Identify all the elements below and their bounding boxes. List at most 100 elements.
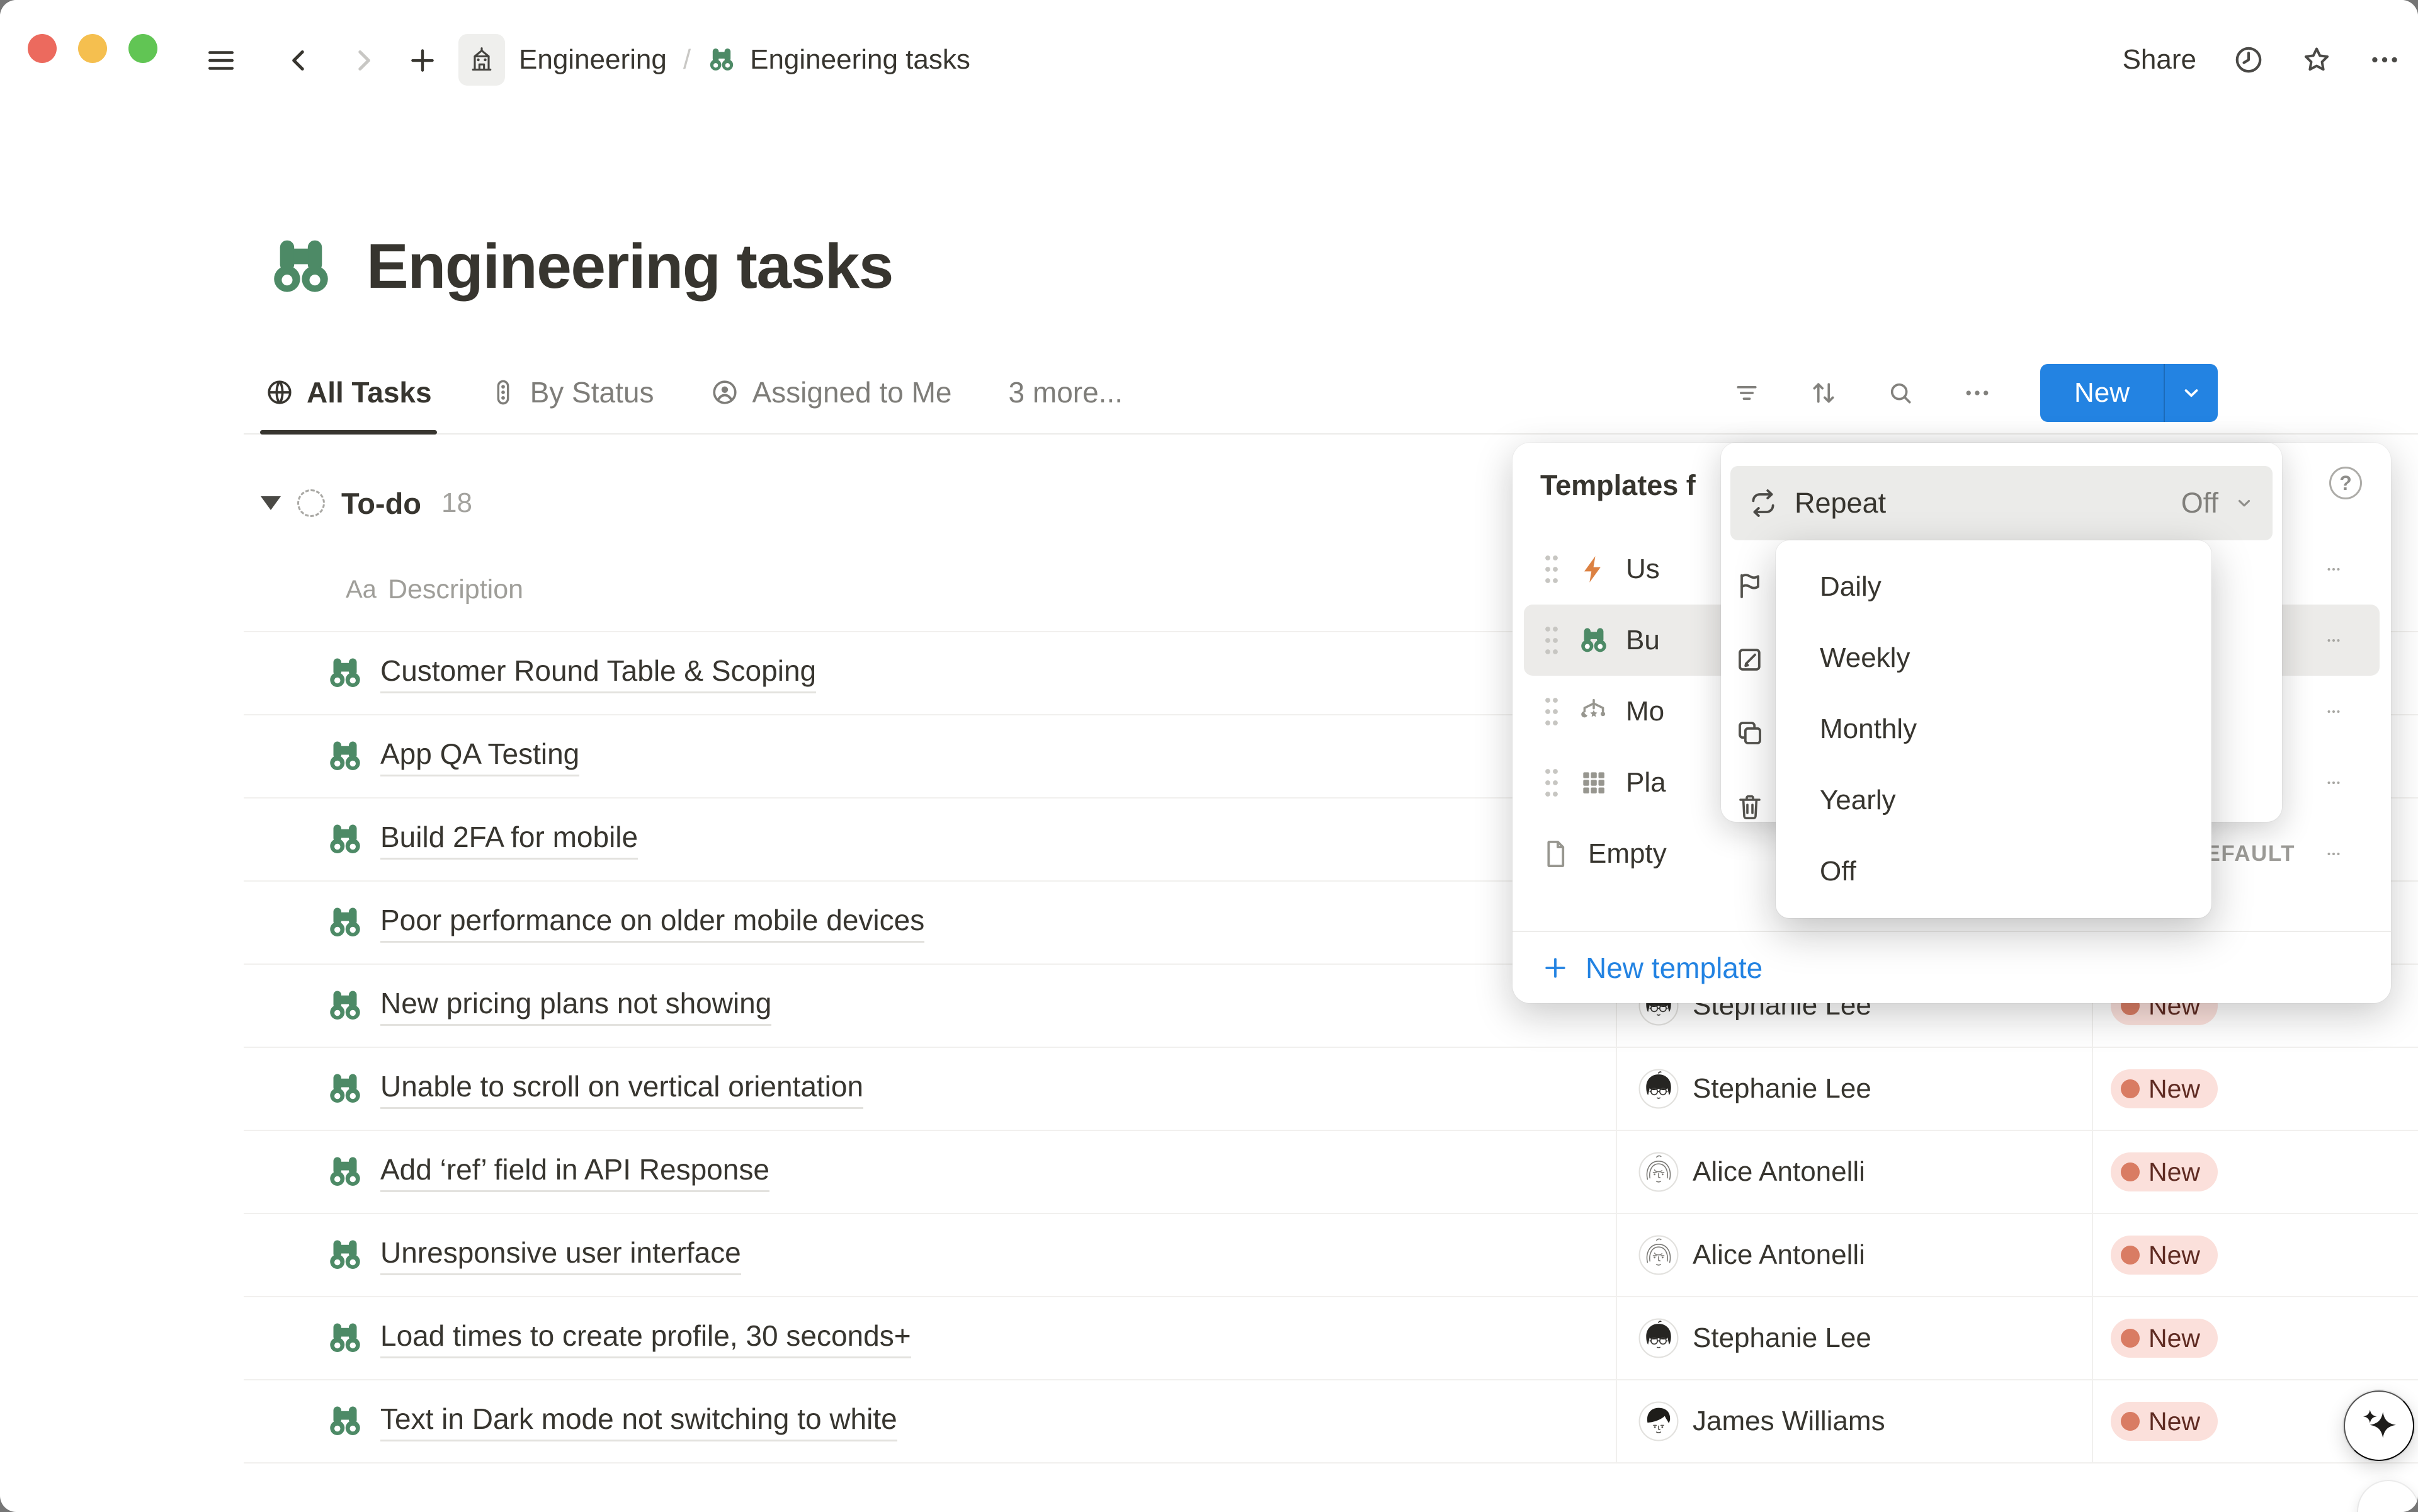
assignee-cell[interactable]: Stephanie Lee	[1616, 1297, 2092, 1379]
task-title[interactable]: New pricing plans not showing	[380, 986, 771, 1026]
topbar-action-button[interactable]	[2369, 44, 2400, 76]
ai-sparkle-button[interactable]	[2344, 1390, 2414, 1461]
assignee-cell[interactable]: Alice Antonelli	[1616, 1131, 2092, 1213]
task-title[interactable]: Poor performance on older mobile devices	[380, 903, 924, 943]
template-more-button[interactable]	[2317, 562, 2351, 577]
context-menu-item[interactable]	[1735, 622, 1765, 696]
context-menu-item[interactable]	[1735, 770, 1765, 843]
group-count: 18	[441, 487, 472, 519]
status-cell[interactable]: New	[2092, 1131, 2418, 1213]
help-fab-partial[interactable]	[2358, 1481, 2418, 1512]
drag-handle-icon[interactable]	[1540, 765, 1563, 800]
template-label: Pla	[1626, 767, 1666, 799]
task-title-cell[interactable]: Unresponsive user interface	[244, 1214, 1616, 1296]
toolbar-icon-button[interactable]	[1963, 379, 1991, 407]
task-title[interactable]: Build 2FA for mobile	[380, 820, 638, 860]
view-tab[interactable]: By Status	[484, 351, 659, 433]
task-title-cell[interactable]: Build 2FA for mobile	[244, 799, 1616, 880]
task-title[interactable]: App QA Testing	[380, 737, 579, 776]
status-dot	[2121, 1412, 2140, 1431]
table-row[interactable]: Add ‘ref’ field in API Response Alice An…	[244, 1131, 2418, 1214]
template-more-button[interactable]	[2317, 633, 2351, 648]
task-title-cell[interactable]: App QA Testing	[244, 715, 1616, 797]
repeat-option[interactable]: Daily	[1776, 551, 2211, 622]
repeat-option[interactable]: Weekly	[1776, 622, 2211, 693]
drag-handle-icon[interactable]	[1540, 552, 1563, 587]
nav-back-button[interactable]	[283, 45, 315, 76]
context-menu-item[interactable]	[1735, 696, 1765, 770]
task-title-cell[interactable]: New pricing plans not showing	[244, 965, 1616, 1047]
task-title-cell[interactable]: Add ‘ref’ field in API Response	[244, 1131, 1616, 1213]
repeat-menu-item[interactable]: Repeat Off	[1730, 466, 2273, 540]
repeat-option[interactable]: Yearly	[1776, 765, 2211, 836]
avatar	[1638, 1401, 1679, 1441]
toolbar-icon-button[interactable]	[1887, 379, 1914, 407]
context-menu-item[interactable]	[1735, 549, 1765, 622]
task-title-cell[interactable]: Unable to scroll on vertical orientation	[244, 1048, 1616, 1130]
breadcrumb-parent-chip[interactable]	[458, 34, 505, 86]
assignee-cell[interactable]: Alice Antonelli	[1616, 1214, 2092, 1296]
table-row[interactable]: Unable to scroll on vertical orientation…	[244, 1048, 2418, 1131]
topbar-action-button[interactable]	[2233, 44, 2264, 76]
task-title[interactable]: Customer Round Table & Scoping	[380, 654, 816, 693]
breadcrumb-parent[interactable]: Engineering	[519, 44, 667, 76]
globe-icon	[265, 378, 294, 407]
task-title-cell[interactable]: Load times to create profile, 30 seconds…	[244, 1297, 1616, 1379]
page-title: Engineering tasks	[366, 230, 893, 303]
task-title[interactable]: Unable to scroll on vertical orientation	[380, 1069, 863, 1109]
template-label: Bu	[1626, 625, 1660, 656]
status-dot	[2121, 1246, 2140, 1265]
avatar	[1638, 1235, 1679, 1275]
new-page-button[interactable]	[407, 45, 438, 76]
plus-icon	[407, 45, 438, 76]
status-cell[interactable]: New	[2092, 1048, 2418, 1130]
help-icon[interactable]: ?	[2329, 467, 2362, 499]
table-row[interactable]: Load times to create profile, 30 seconds…	[244, 1297, 2418, 1380]
view-tab[interactable]: All Tasks	[260, 351, 437, 433]
new-button-dropdown[interactable]	[2165, 382, 2218, 404]
template-more-button[interactable]	[2317, 846, 2351, 861]
task-title[interactable]: Add ‘ref’ field in API Response	[380, 1152, 769, 1192]
assignee-cell[interactable]: James Williams	[1616, 1380, 2092, 1462]
template-more-button[interactable]	[2317, 775, 2351, 790]
new-button[interactable]: New	[2040, 364, 2218, 422]
toolbar-icon-button[interactable]	[1733, 379, 1761, 407]
avatar	[1638, 1152, 1679, 1192]
drag-handle-icon[interactable]	[1540, 694, 1563, 729]
table-row[interactable]: Text in Dark mode not switching to white…	[244, 1380, 2418, 1464]
task-title[interactable]: Load times to create profile, 30 seconds…	[380, 1319, 911, 1358]
new-template-button[interactable]: New template	[1513, 932, 2391, 1003]
binoculars-icon	[1578, 625, 1609, 656]
binoculars-icon	[326, 987, 364, 1025]
view-tab[interactable]: Assigned to Me	[705, 351, 956, 433]
share-button[interactable]: Share	[2123, 44, 2196, 76]
group-name[interactable]: To-do	[341, 486, 421, 521]
toolbar-icon-button[interactable]	[1810, 379, 1837, 407]
task-title[interactable]: Text in Dark mode not switching to white	[380, 1402, 897, 1441]
collapse-triangle-icon[interactable]	[261, 496, 281, 510]
drag-handle-icon[interactable]	[1540, 623, 1563, 658]
status-cell[interactable]: New	[2092, 1297, 2418, 1379]
column-header[interactable]: Aa Description	[346, 570, 523, 609]
sidebar-toggle-button[interactable]	[205, 45, 237, 76]
view-tab[interactable]: 3 more...	[1004, 351, 1128, 433]
repeat-option[interactable]: Monthly	[1776, 693, 2211, 765]
status-cell[interactable]: New	[2092, 1214, 2418, 1296]
table-row[interactable]: Unresponsive user interface Alice Antone…	[244, 1214, 2418, 1297]
breadcrumb-current[interactable]: Engineering tasks	[750, 44, 970, 76]
notion-window: Engineering / Engineering tasks Share En…	[0, 0, 2418, 1512]
flag-icon	[1735, 571, 1765, 601]
minimize-window-button[interactable]	[78, 34, 107, 63]
nav-forward-button[interactable]	[348, 45, 379, 76]
topbar-action-button[interactable]	[2301, 44, 2332, 76]
repeat-option[interactable]: Off	[1776, 836, 2211, 907]
task-title-cell[interactable]: Text in Dark mode not switching to white	[244, 1380, 1616, 1462]
status-dot	[2121, 1162, 2140, 1181]
task-title-cell[interactable]: Poor performance on older mobile devices	[244, 882, 1616, 963]
task-title-cell[interactable]: Customer Round Table & Scoping	[244, 632, 1616, 714]
close-window-button[interactable]	[28, 34, 57, 63]
zoom-window-button[interactable]	[128, 34, 157, 63]
task-title[interactable]: Unresponsive user interface	[380, 1236, 741, 1275]
template-more-button[interactable]	[2317, 704, 2351, 719]
assignee-cell[interactable]: Stephanie Lee	[1616, 1048, 2092, 1130]
